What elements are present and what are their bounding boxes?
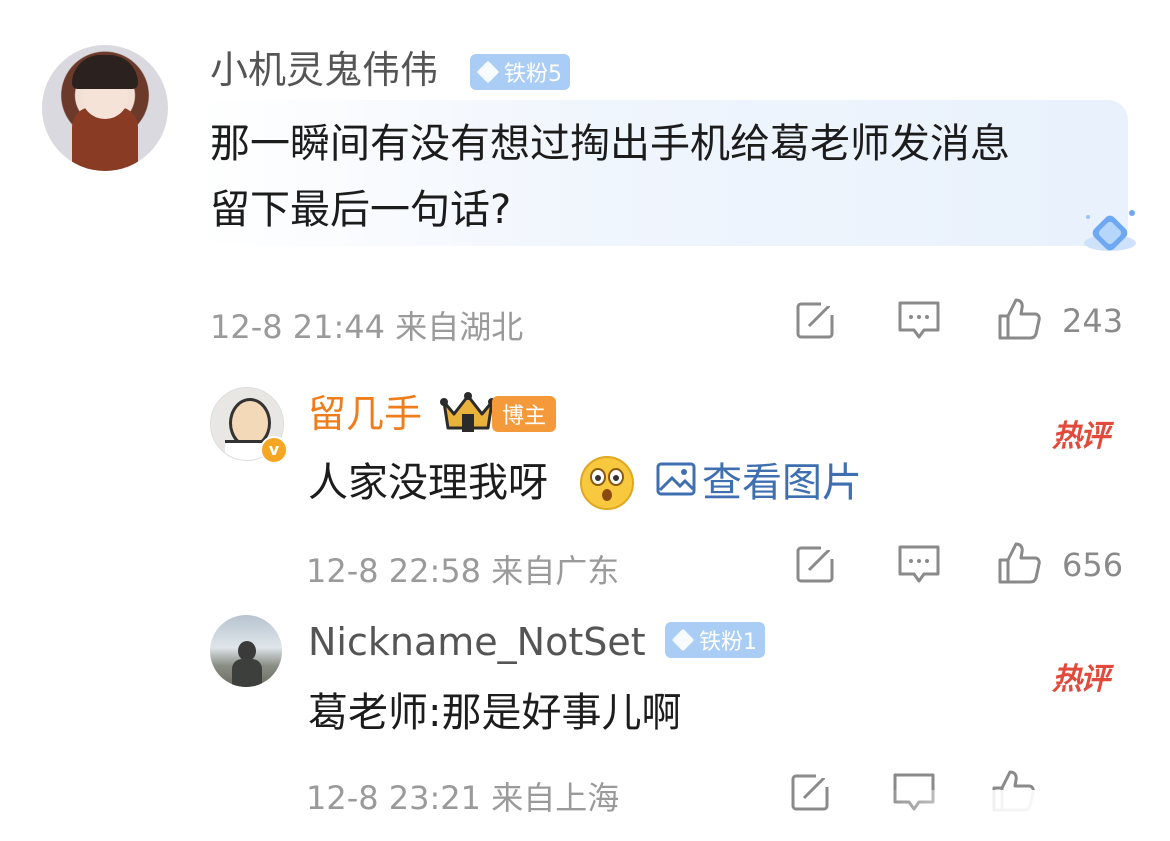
like-icon[interactable] bbox=[996, 540, 1042, 586]
fan-badge-label: 铁粉1 bbox=[699, 630, 757, 655]
diamond-icon bbox=[671, 628, 695, 652]
share-icon[interactable] bbox=[795, 299, 837, 341]
comment-icon[interactable] bbox=[897, 543, 941, 585]
reply-username[interactable]: Nickname_NotSet bbox=[308, 620, 646, 664]
view-image-label: 查看图片 bbox=[702, 460, 862, 506]
like-count: 243 bbox=[1062, 302, 1124, 340]
reply-avatar[interactable] bbox=[210, 615, 282, 687]
comment-meta: 12-8 21:44 来自湖北 bbox=[210, 308, 524, 346]
fan-badge-label: 铁粉5 bbox=[504, 62, 562, 87]
view-image-link[interactable]: 查看图片 bbox=[656, 456, 862, 510]
reply-meta: 12-8 22:58 来自广东 bbox=[306, 552, 620, 590]
fan-level-badge[interactable]: 铁粉5 bbox=[470, 54, 570, 90]
avatar[interactable] bbox=[42, 45, 168, 171]
reply-meta: 12-8 23:21 来自上海 bbox=[306, 779, 620, 817]
diamond-decoration-icon bbox=[1080, 205, 1140, 269]
comment-icon[interactable] bbox=[897, 299, 941, 341]
reply-text: 人家没理我呀 bbox=[308, 460, 548, 506]
hot-comment-label: 热评 bbox=[1052, 662, 1110, 697]
like-count: 656 bbox=[1062, 546, 1124, 584]
fan-level-badge[interactable]: 铁粉1 bbox=[665, 622, 765, 658]
like-icon[interactable] bbox=[996, 296, 1042, 342]
crown-icon bbox=[440, 390, 496, 440]
diamond-icon bbox=[476, 60, 500, 84]
share-icon[interactable] bbox=[790, 771, 832, 813]
reply-text: 葛老师:那是好事儿啊 bbox=[308, 690, 682, 736]
comment-text-line2: 留下最后一句话? bbox=[210, 187, 512, 233]
reply-username[interactable]: 留几手 bbox=[308, 392, 422, 436]
share-icon[interactable] bbox=[795, 543, 837, 585]
username[interactable]: 小机灵鬼伟伟 bbox=[210, 48, 438, 92]
verified-icon: v bbox=[260, 436, 288, 464]
image-icon bbox=[656, 456, 696, 510]
astonished-emoji-icon bbox=[579, 455, 635, 515]
comment-text-line1: 那一瞬间有没有想过掏出手机给葛老师发消息 bbox=[210, 121, 1010, 167]
bottom-fade bbox=[880, 790, 1170, 841]
host-badge: 博主 bbox=[492, 396, 557, 432]
hot-comment-label: 热评 bbox=[1052, 419, 1110, 454]
